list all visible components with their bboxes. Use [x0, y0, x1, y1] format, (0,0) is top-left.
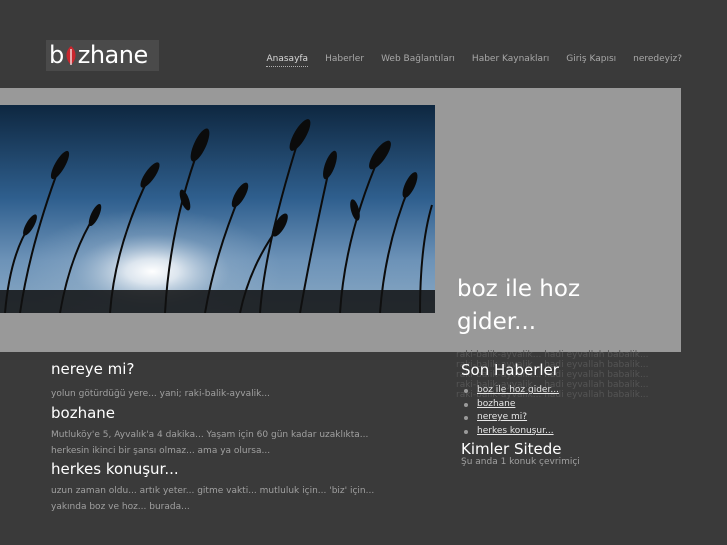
site-logo[interactable]: b zhane — [46, 40, 159, 71]
online-status: Şu anda 1 konuk çevrimiçi — [461, 457, 580, 467]
news-item: herkes konuşur... — [464, 425, 559, 439]
logo-text-end: zhane — [77, 41, 149, 69]
post-nereye: nereye mi? yolun götürdüğü yere... yani;… — [51, 360, 391, 402]
news-link[interactable]: nereye mi? — [477, 412, 527, 422]
nav-haberler[interactable]: Haberler — [325, 54, 364, 67]
nav-haber-kaynaklari[interactable]: Haber Kaynakları — [472, 54, 549, 67]
hero-title: boz ile hoz gider... — [457, 276, 581, 335]
news-link[interactable]: herkes konuşur... — [477, 426, 554, 436]
post-title[interactable]: nereye mi? — [51, 360, 391, 378]
hero-photo — [0, 105, 435, 313]
news-link[interactable]: boz ile hoz gider... — [477, 385, 559, 395]
post-body: uzun zaman oldu... artık yeter... gitme … — [51, 486, 375, 512]
hero-panel: boz ile hoz gider... raki-balik-ayvalik.… — [0, 88, 681, 400]
nav-web-baglantilari[interactable]: Web Bağlantıları — [381, 54, 455, 67]
post-bozhane: bozhane Mutluköy'e 5, Ayvalık'a 4 dakika… — [51, 404, 391, 459]
news-item: nereye mi? — [464, 411, 559, 425]
post-herkes: herkes konuşur... uzun zaman oldu... art… — [51, 460, 391, 515]
news-list: boz ile hoz gider... bozhane nereye mi? … — [464, 384, 559, 438]
news-item: boz ile hoz gider... — [464, 384, 559, 398]
news-heading: Son Haberler — [461, 361, 559, 379]
nav-anasayfa[interactable]: Anasayfa — [266, 54, 309, 67]
logo-text-start: b — [49, 41, 64, 69]
post-body: Mutluköy'e 5, Ayvalık'a 4 dakika... Yaşa… — [51, 430, 369, 456]
online-heading: Kimler Sitede — [461, 440, 562, 458]
post-body: yolun götürdüğü yere... yani; raki-balik… — [51, 389, 270, 399]
nav-giris-kapisi[interactable]: Giriş Kapısı — [566, 54, 616, 67]
hero-line: raki-balik-ayvalik... hadi eyvallah baba… — [456, 350, 649, 360]
main-nav: Anasayfa Haberler Web Bağlantıları Haber… — [266, 54, 682, 67]
nav-neredeyiz[interactable]: neredeyiz? — [633, 54, 682, 67]
news-link[interactable]: bozhane — [477, 399, 515, 409]
post-title[interactable]: bozhane — [51, 404, 391, 422]
news-item: bozhane — [464, 398, 559, 412]
post-title[interactable]: herkes konuşur... — [51, 460, 391, 478]
leaf-icon — [64, 44, 78, 66]
